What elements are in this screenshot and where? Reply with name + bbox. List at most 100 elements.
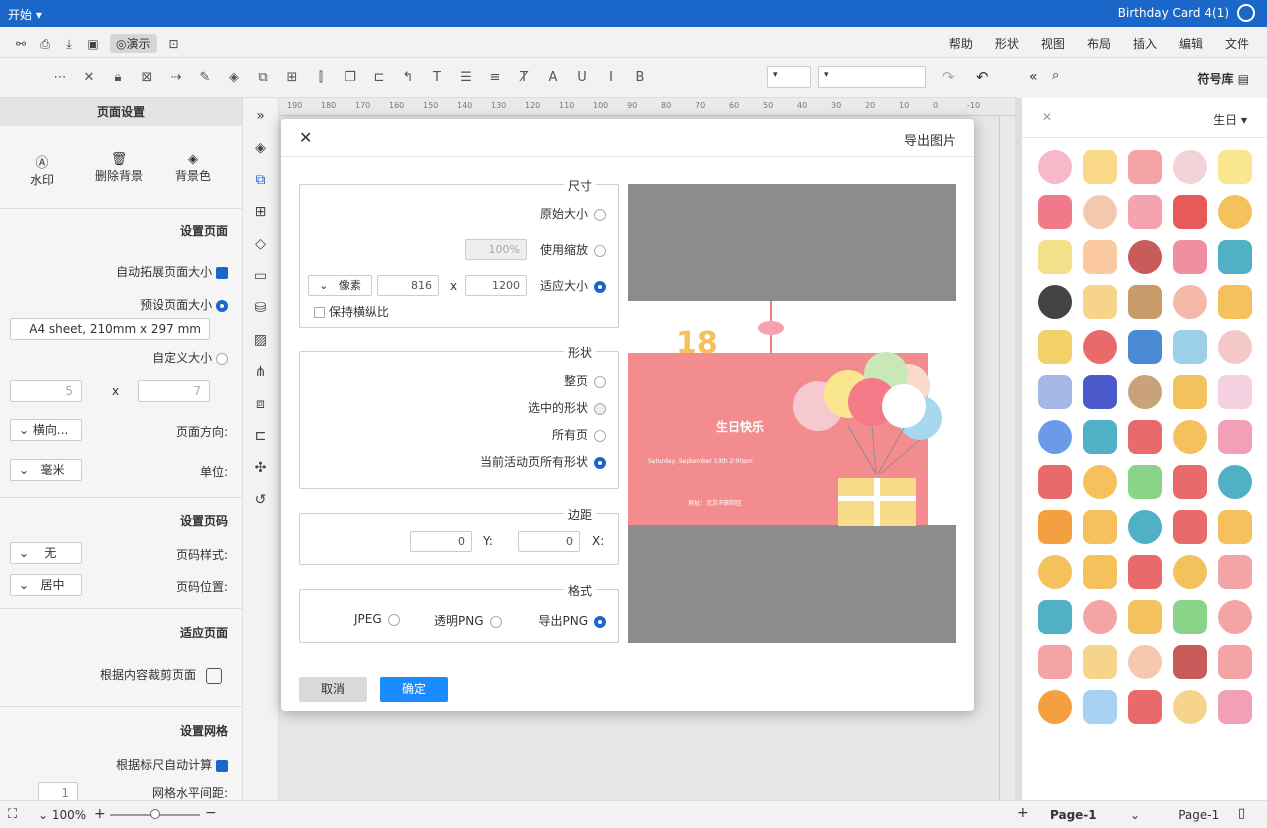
symbol-item[interactable] xyxy=(1083,375,1117,409)
symbol-item[interactable] xyxy=(1218,600,1252,634)
page-pos-select[interactable]: ⌄ 居中 xyxy=(10,574,82,596)
presentation-icon[interactable]: ▭ xyxy=(252,267,270,285)
symbol-item[interactable] xyxy=(1038,645,1072,679)
symbol-item[interactable] xyxy=(1038,555,1072,589)
symbol-item[interactable] xyxy=(1128,420,1162,454)
grid-spacing-input[interactable]: 1 xyxy=(38,782,78,800)
italic-icon[interactable]: I xyxy=(603,70,619,86)
symbol-item[interactable] xyxy=(1128,375,1162,409)
menu-start[interactable]: 开始 ▾ xyxy=(8,6,42,23)
symbol-item[interactable] xyxy=(1038,150,1072,184)
symbol-item[interactable] xyxy=(1218,465,1252,499)
remove-bg-button[interactable]: 🗑︎ 删除背景 xyxy=(95,152,143,184)
distribute-icon[interactable]: ⊏ xyxy=(371,70,387,86)
arrange-icon[interactable]: ❐ xyxy=(342,70,358,86)
textbox-icon[interactable]: T xyxy=(429,70,445,86)
pen-icon[interactable]: ✎ xyxy=(197,70,213,86)
jpeg-radio[interactable]: JPEG xyxy=(354,612,400,626)
width-input[interactable]: 1200 xyxy=(465,275,527,296)
comment-icon[interactable]: ⊏ xyxy=(252,427,270,445)
symbol-item[interactable] xyxy=(1083,195,1117,229)
symbol-item[interactable] xyxy=(1173,555,1207,589)
symbol-item[interactable] xyxy=(1218,420,1252,454)
symbol-item[interactable] xyxy=(1218,510,1252,544)
data-icon[interactable]: ⛁ xyxy=(252,299,270,317)
expand-panel-icon[interactable]: » xyxy=(252,107,270,125)
symbol-item[interactable] xyxy=(1038,330,1072,364)
tree-icon[interactable]: ⋔ xyxy=(252,363,270,381)
menu-file[interactable]: 文件 xyxy=(1225,35,1249,52)
symbol-item[interactable] xyxy=(1128,510,1162,544)
menu-shape[interactable]: 形状 xyxy=(995,35,1019,52)
fit-size-radio[interactable]: 适应大小 xyxy=(540,277,606,294)
unit-select[interactable]: ⌄ 像素 xyxy=(308,275,372,296)
group-icon[interactable]: ⧉ xyxy=(255,70,271,86)
symbol-item[interactable] xyxy=(1128,195,1162,229)
category-select[interactable]: 生日 ▾ xyxy=(1213,111,1247,128)
symbol-item[interactable] xyxy=(1038,420,1072,454)
symbol-item[interactable] xyxy=(1173,690,1207,724)
symbol-item[interactable] xyxy=(1218,330,1252,364)
font-size-select[interactable]: ▾ xyxy=(767,66,811,88)
symbol-item[interactable] xyxy=(1038,510,1072,544)
symbol-item[interactable] xyxy=(1083,240,1117,274)
symbol-item[interactable] xyxy=(1128,690,1162,724)
symbol-item[interactable] xyxy=(1173,285,1207,319)
demo-button[interactable]: ◎演示 xyxy=(110,34,157,53)
fit-screen-icon[interactable]: ⛶ xyxy=(8,807,17,822)
connector-icon[interactable]: ↰ xyxy=(400,70,416,86)
symbol-item[interactable] xyxy=(1083,645,1117,679)
keep-ratio-checkbox[interactable]: 保持横纵比 xyxy=(314,303,389,320)
unit-select[interactable]: ⌄ 毫米 xyxy=(10,459,82,481)
text-format-icon[interactable]: Ⱦ xyxy=(516,70,532,86)
symbol-item[interactable] xyxy=(1083,150,1117,184)
menu-edit[interactable]: 编辑 xyxy=(1179,35,1203,52)
image-icon[interactable]: ▨ xyxy=(252,331,270,349)
whole-page-radio[interactable]: 整页 xyxy=(564,372,606,389)
page-tab-active[interactable]: Page-1 xyxy=(1050,808,1097,822)
zoom-out-icon[interactable]: − xyxy=(205,805,217,821)
symbol-item[interactable] xyxy=(1038,465,1072,499)
orientation-select[interactable]: ⌄ 横向... xyxy=(10,419,82,441)
menu-insert[interactable]: 插入 xyxy=(1133,35,1157,52)
symbol-item[interactable] xyxy=(1128,645,1162,679)
font-color-icon[interactable]: A xyxy=(545,70,561,86)
lock-icon[interactable]: 🔒︎ xyxy=(110,70,126,86)
symbol-item[interactable] xyxy=(1038,375,1072,409)
symbol-item[interactable] xyxy=(1083,330,1117,364)
symbol-item[interactable] xyxy=(1128,600,1162,634)
line-style-icon[interactable]: ⇢ xyxy=(168,70,184,86)
symbol-item[interactable] xyxy=(1083,690,1117,724)
ok-button[interactable]: 确定 xyxy=(380,677,448,702)
preset-size-radio[interactable]: 预设页面大小 xyxy=(140,296,228,313)
close-category-icon[interactable]: ✕ xyxy=(1042,110,1052,124)
custom-height-input[interactable]: 5 xyxy=(10,380,82,402)
tools-icon[interactable]: ✕ xyxy=(81,70,97,86)
size-icon[interactable]: ⊞ xyxy=(284,70,300,86)
layers-icon[interactable]: ◇ xyxy=(252,235,270,253)
fill-panel-icon[interactable]: ◈ xyxy=(252,139,270,157)
share-icon[interactable]: ⚯ xyxy=(14,37,28,51)
more-icon[interactable]: ⋯ xyxy=(52,70,68,86)
symbol-item[interactable] xyxy=(1173,465,1207,499)
zoom-in-icon[interactable]: + xyxy=(94,806,106,822)
symbol-item[interactable] xyxy=(1083,420,1117,454)
symbol-item[interactable] xyxy=(1083,510,1117,544)
page-select[interactable]: ⌄ Page-1 xyxy=(1130,808,1219,822)
redo-icon[interactable]: ↷ xyxy=(942,68,955,86)
bold-icon[interactable]: B xyxy=(632,70,648,86)
symbol-item[interactable] xyxy=(1173,375,1207,409)
symbol-item[interactable] xyxy=(1173,600,1207,634)
margin-x-input[interactable]: 0 xyxy=(518,531,580,552)
cancel-button[interactable]: 取消 xyxy=(299,677,367,702)
custom-size-radio[interactable]: 自定义大小 xyxy=(152,349,228,366)
symbol-item[interactable] xyxy=(1173,240,1207,274)
symbol-item[interactable] xyxy=(1218,555,1252,589)
symbol-item[interactable] xyxy=(1038,195,1072,229)
custom-width-input[interactable]: 7 xyxy=(138,380,210,402)
menu-layout[interactable]: 布局 xyxy=(1087,35,1111,52)
connect-icon[interactable]: ✣ xyxy=(252,459,270,477)
original-size-radio[interactable]: 原始大小 xyxy=(540,205,606,222)
print-icon[interactable]: ⎙ xyxy=(38,37,52,51)
font-family-select[interactable]: ▾ xyxy=(818,66,926,88)
